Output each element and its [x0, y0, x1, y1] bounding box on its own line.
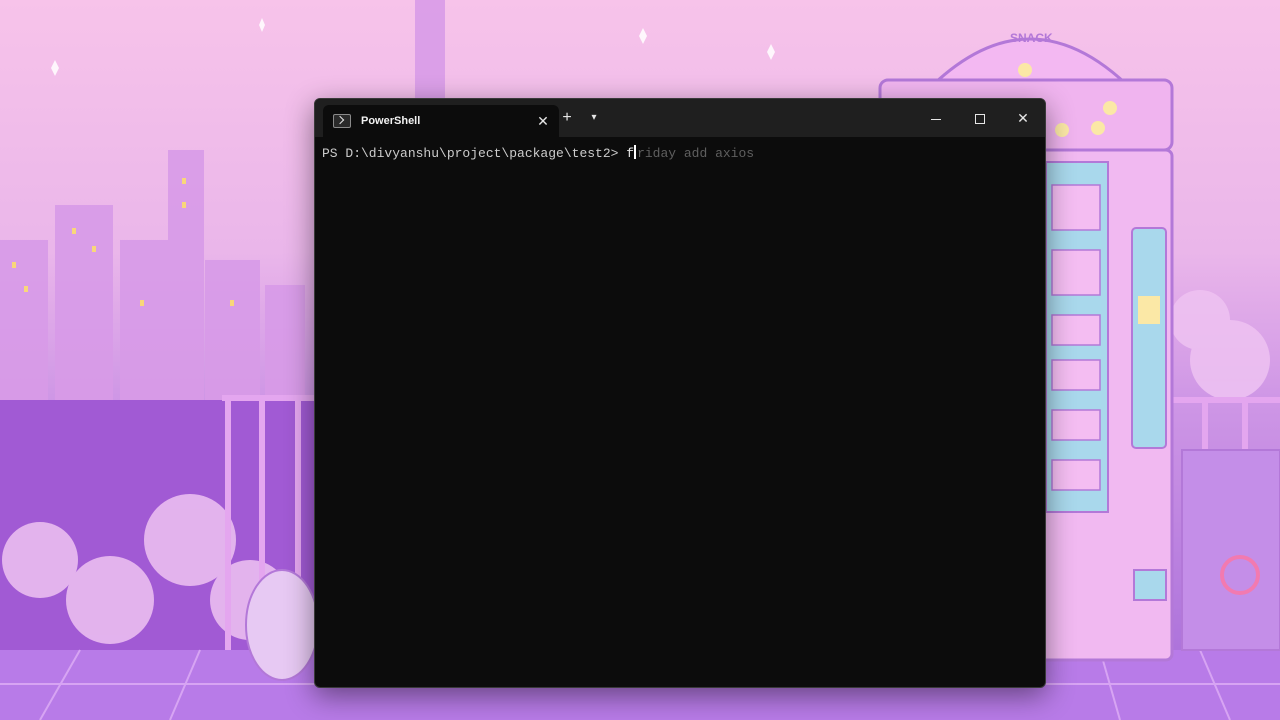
text-cursor — [634, 145, 637, 159]
close-icon: ✕ — [1017, 110, 1029, 126]
maximize-icon — [975, 114, 985, 125]
svg-text:SNACK: SNACK — [1010, 31, 1053, 45]
chevron-down-icon[interactable]: ▾ — [587, 110, 601, 126]
close-button[interactable]: ✕ — [1001, 99, 1045, 137]
title-bar[interactable]: PowerShell ✕ + ▾ ✕ — [315, 99, 1045, 137]
powershell-icon — [333, 114, 351, 128]
tab-close-icon[interactable]: ✕ — [535, 113, 551, 129]
prompt: PS D:\divyanshu\project\package\test2> — [322, 146, 627, 161]
minimize-icon — [931, 118, 941, 120]
terminal-window: PowerShell ✕ + ▾ ✕ PS D:\divyanshu\proje… — [314, 98, 1046, 688]
maximize-button[interactable] — [958, 99, 1002, 137]
minimize-button[interactable] — [914, 99, 958, 137]
tab-powershell[interactable]: PowerShell ✕ — [323, 105, 559, 137]
autocomplete-suggestion: riday add axios — [637, 146, 755, 161]
prompt-line: PS D:\divyanshu\project\package\test2> f… — [322, 145, 754, 161]
tab-title: PowerShell — [361, 115, 421, 127]
plus-icon[interactable]: + — [559, 110, 575, 126]
console-area[interactable]: PS D:\divyanshu\project\package\test2> f… — [315, 137, 1045, 687]
typed-input[interactable]: f — [626, 146, 634, 161]
